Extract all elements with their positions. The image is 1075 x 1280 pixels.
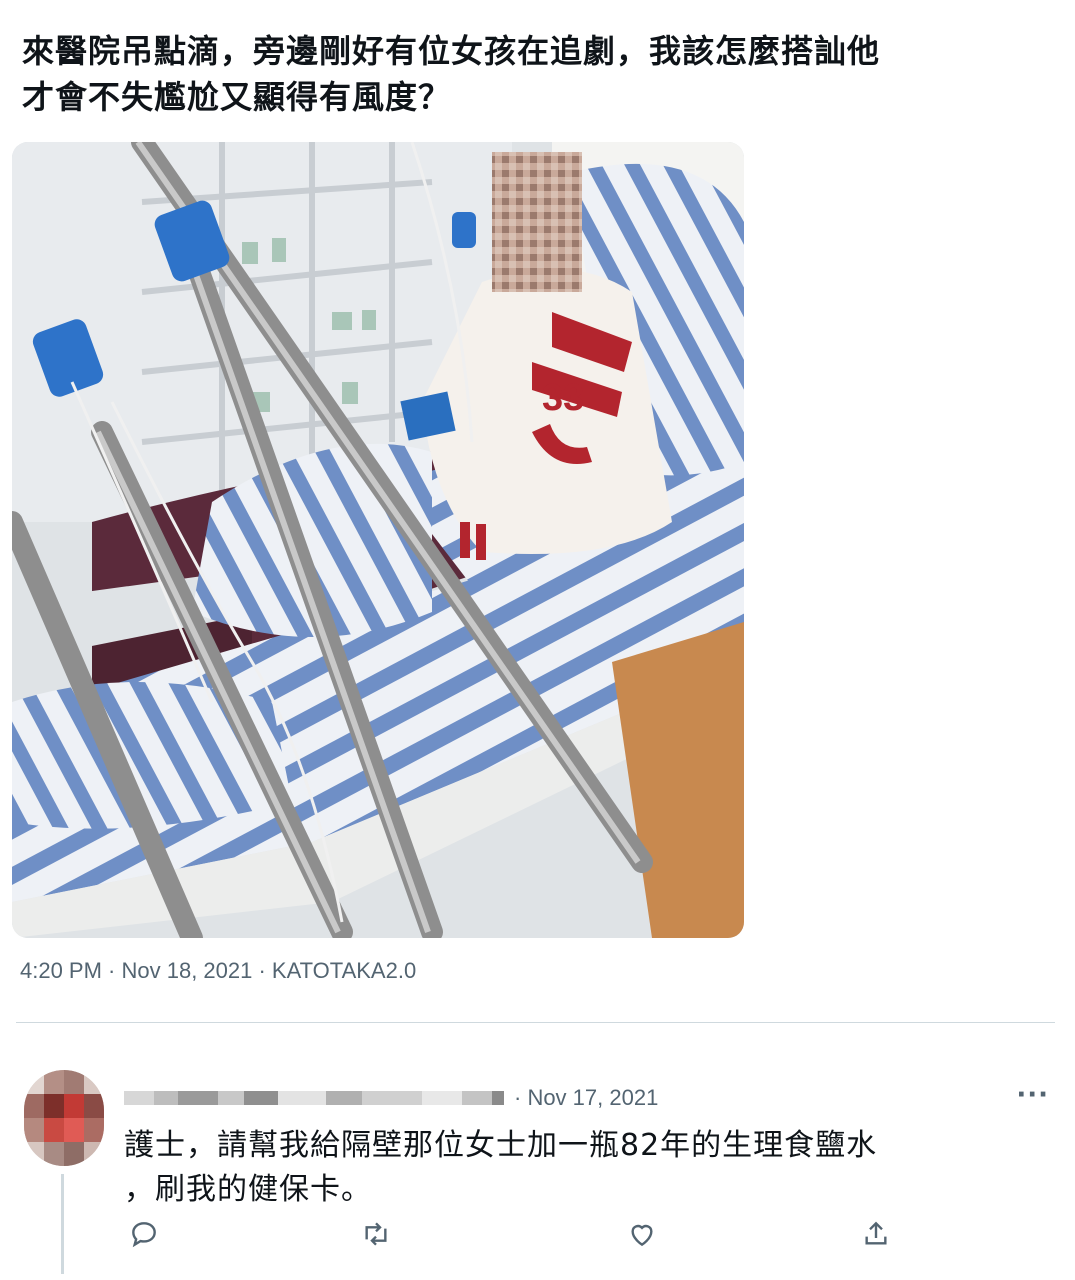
reply-header: · Nov 17, 2021	[124, 1082, 658, 1114]
tweet-text: 來醫院吊點滴，旁邊剛好有位女孩在追劇，我該怎麼搭訕他 才會不失尷尬又顯得有風度？	[22, 28, 1022, 120]
svg-text:33: 33	[542, 377, 584, 419]
reply-actions	[124, 1218, 904, 1258]
tweet-text-line: 才會不失尷尬又顯得有風度？	[22, 78, 452, 116]
divider	[16, 1022, 1055, 1023]
pixelated-avatar-icon	[24, 1070, 104, 1166]
like-icon[interactable]	[626, 1218, 666, 1258]
reply-text-line: ，刷我的健保卡。	[124, 1172, 372, 1207]
reply-icon[interactable]	[128, 1218, 168, 1258]
blurred-username[interactable]	[124, 1091, 504, 1105]
reply-text: 護士，請幫我給隔壁那位女士加一瓶82年的生理食鹽水 ，刷我的健保卡。	[124, 1124, 984, 1212]
tweet-text-line: 來醫院吊點滴，旁邊剛好有位女孩在追劇，我該怎麼搭訕他	[22, 32, 881, 70]
thread-line	[61, 1174, 64, 1274]
retweet-icon[interactable]	[360, 1218, 400, 1258]
hospital-photo: 33	[12, 142, 744, 938]
tweet-meta: 4:20 PM · Nov 18, 2021 · KATOTAKA2.0	[20, 958, 417, 983]
more-options-icon[interactable]: ···	[1016, 1080, 1049, 1110]
avatar[interactable]	[24, 1070, 104, 1166]
reply-date[interactable]: · Nov 17, 2021	[514, 1085, 658, 1111]
tweet-photo[interactable]: 33	[12, 142, 744, 938]
share-icon[interactable]	[860, 1218, 900, 1258]
reply-text-line: 護士，請幫我給隔壁那位女士加一瓶82年的生理食鹽水	[124, 1128, 878, 1163]
